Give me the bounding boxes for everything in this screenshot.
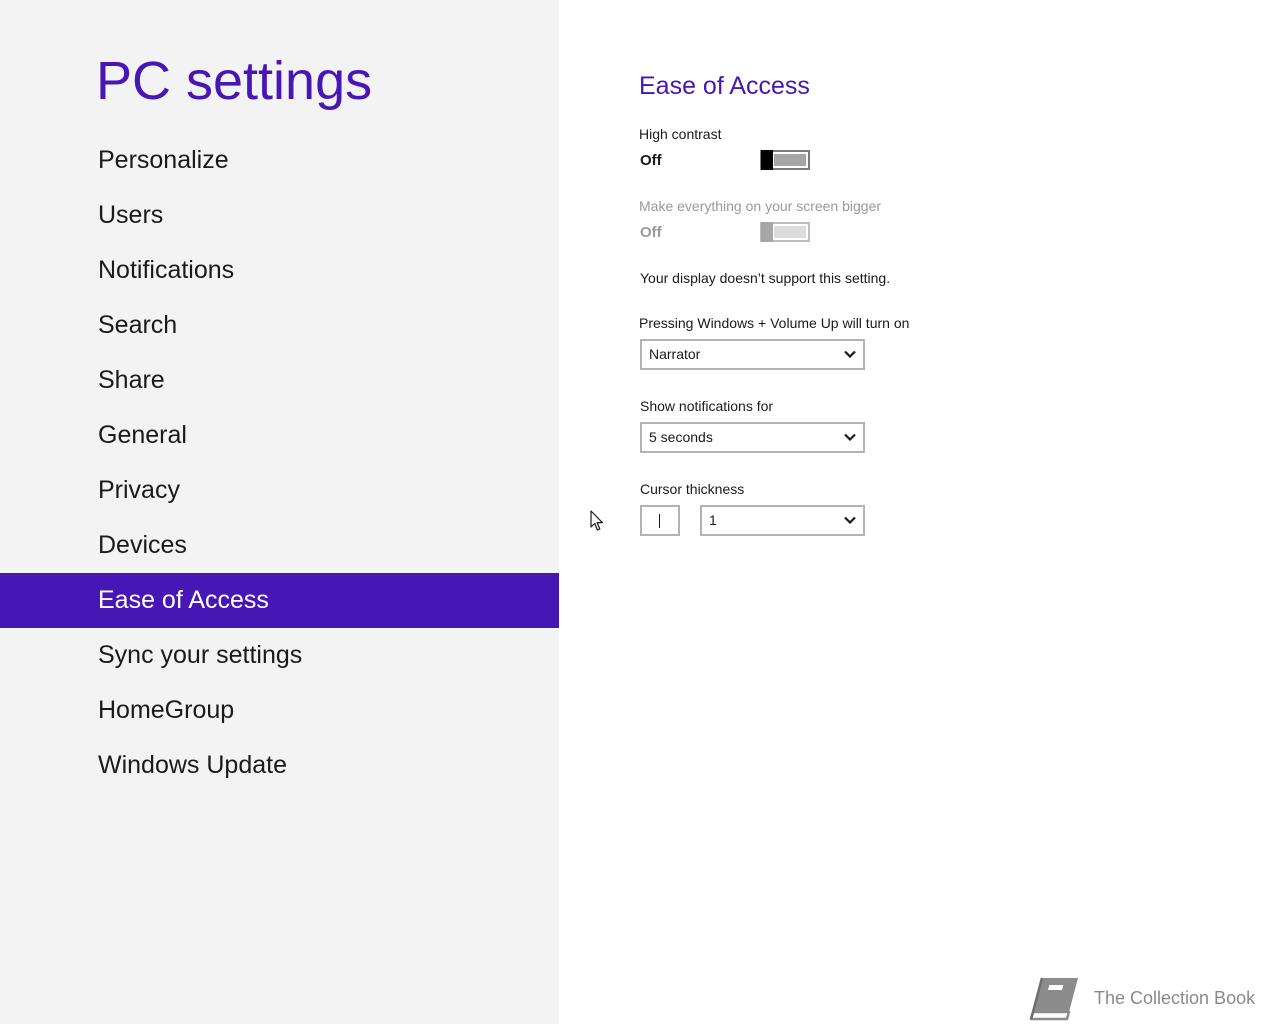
- watermark-text: The Collection Book: [1094, 988, 1256, 1008]
- nav-item-sync-your-settings[interactable]: Sync your settings: [0, 628, 559, 683]
- bigger-state: Off: [640, 224, 662, 241]
- chevron-down-icon: [844, 350, 856, 358]
- notifications-label: Show notifications for: [640, 398, 774, 414]
- volume-up-label: Pressing Windows + Volume Up will turn o…: [639, 315, 910, 331]
- mouse-pointer-icon: [590, 510, 603, 531]
- chevron-down-icon: [844, 516, 856, 524]
- pc-settings-window: PC settings Personalize Users Notificati…: [0, 0, 1280, 1024]
- nav-item-users[interactable]: Users: [0, 188, 559, 243]
- nav-item-search[interactable]: Search: [0, 298, 559, 353]
- volume-up-select[interactable]: Narrator: [640, 339, 865, 370]
- toggle-track: [774, 226, 806, 238]
- high-contrast-state: Off: [640, 152, 662, 169]
- nav-item-homegroup[interactable]: HomeGroup: [0, 683, 559, 738]
- section-title: Ease of Access: [639, 72, 810, 100]
- display-support-note: Your display doesn’t support this settin…: [640, 270, 891, 286]
- bigger-toggle: [760, 222, 810, 242]
- nav-pane: PC settings Personalize Users Notificati…: [0, 0, 559, 1024]
- toggle-track: [774, 154, 806, 166]
- nav-item-windows-update[interactable]: Windows Update: [0, 738, 559, 793]
- nav-item-devices[interactable]: Devices: [0, 518, 559, 573]
- nav-item-privacy[interactable]: Privacy: [0, 463, 559, 518]
- book-icon: [1029, 977, 1078, 1021]
- page-title: PC settings: [96, 51, 373, 111]
- volume-up-value: Narrator: [649, 346, 701, 362]
- cursor-thickness-preview: [640, 505, 680, 536]
- high-contrast-toggle[interactable]: [760, 150, 810, 170]
- high-contrast-label: High contrast: [639, 126, 722, 142]
- settings-content: Ease of Access High contrast Off Make ev…: [639, 0, 1239, 1024]
- nav-item-ease-of-access[interactable]: Ease of Access: [0, 573, 559, 628]
- cursor-caret: [659, 514, 660, 528]
- nav-item-personalize[interactable]: Personalize: [0, 133, 559, 188]
- bigger-label: Make everything on your screen bigger: [639, 198, 882, 214]
- chevron-down-icon: [844, 433, 856, 441]
- cursor-thickness-select[interactable]: 1: [700, 505, 865, 536]
- toggle-thumb: [761, 222, 773, 242]
- nav-item-notifications[interactable]: Notifications: [0, 243, 559, 298]
- cursor-thickness-label: Cursor thickness: [640, 481, 745, 497]
- notifications-duration-value: 5 seconds: [649, 429, 713, 445]
- cursor-thickness-value: 1: [709, 512, 717, 528]
- notifications-duration-select[interactable]: 5 seconds: [640, 422, 865, 453]
- nav-list: Personalize Users Notifications Search S…: [0, 133, 559, 793]
- nav-item-general[interactable]: General: [0, 408, 559, 463]
- toggle-thumb: [761, 150, 773, 170]
- nav-item-share[interactable]: Share: [0, 353, 559, 408]
